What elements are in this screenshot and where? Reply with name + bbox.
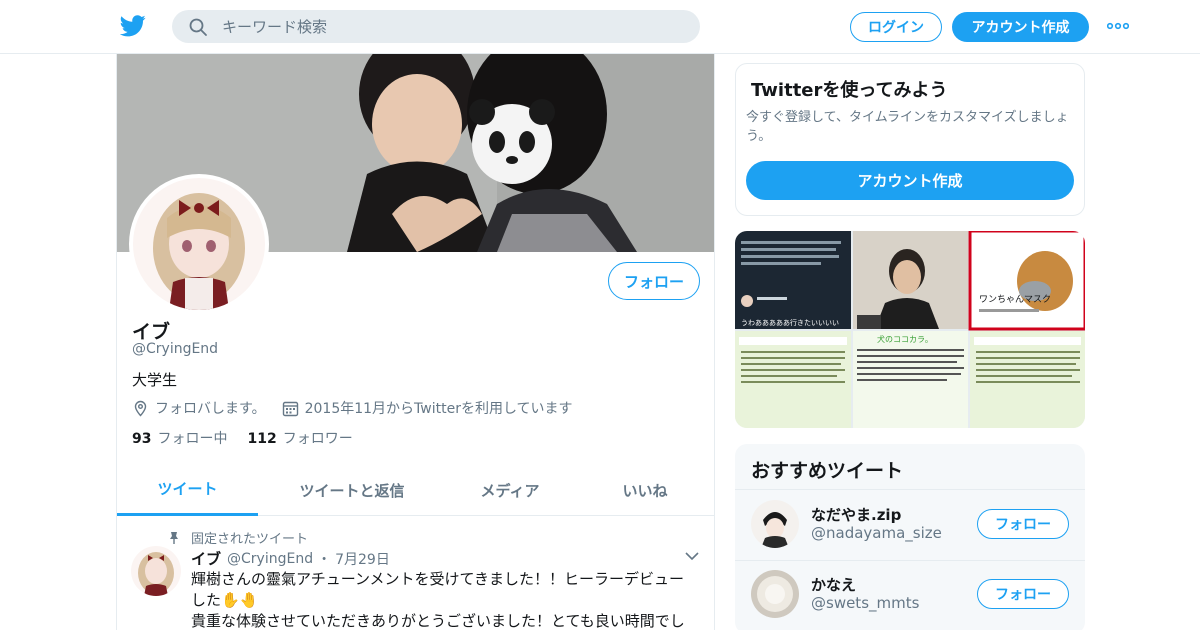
tweet-author-name[interactable]: イブ	[191, 548, 221, 569]
media-thumb-3-caption: ワンちゃんマスク	[979, 294, 1051, 305]
divider	[735, 560, 1085, 561]
recommended-user-handle[interactable]: @swets_mmts	[811, 594, 919, 612]
search-icon	[189, 18, 207, 36]
profile-tabs: ツイート ツイートと返信 メディア いいね	[117, 464, 714, 516]
search-box	[172, 10, 700, 43]
recommended-follow-button[interactable]: フォロー	[977, 509, 1069, 539]
follow-button[interactable]: フォロー	[608, 262, 700, 300]
tab-tweets[interactable]: ツイート	[117, 464, 258, 516]
followers-count: 112	[247, 431, 277, 447]
profile-bio: 大学生	[132, 371, 178, 389]
tab-tweets-and-replies[interactable]: ツイートと返信	[258, 464, 446, 516]
chevron-down-icon[interactable]	[685, 551, 699, 561]
top-navigation-bar: ログイン アカウント作成	[0, 0, 1200, 54]
pinned-label: 固定されたツイート	[191, 532, 309, 547]
tab-media[interactable]: メディア	[446, 464, 574, 516]
media-thumb-4[interactable]	[735, 331, 851, 428]
divider	[735, 489, 1085, 490]
tweet-separator: ・	[317, 551, 332, 568]
signup-prompt-title: Twitterを使ってみよう	[751, 80, 948, 101]
recommended-user-handle[interactable]: @nadayama_size	[811, 524, 942, 542]
search-input[interactable]	[222, 10, 682, 43]
following-count: 93	[132, 431, 152, 447]
followers-label: フォロワー	[282, 431, 353, 447]
media-thumb-1[interactable]: うわあああああ行きたいいいい	[735, 231, 851, 329]
tweet-text-line: した✋🤚	[191, 591, 259, 609]
location-pin-icon	[134, 400, 147, 417]
media-thumb-6[interactable]	[970, 331, 1085, 428]
avatar-image	[133, 178, 265, 310]
twitter-bird-icon[interactable]	[120, 14, 146, 38]
signup-button[interactable]: アカウント作成	[952, 12, 1089, 42]
profile-stats: 93 フォロー中 112 フォロワー	[132, 428, 373, 448]
profile-name: イブ	[132, 321, 171, 343]
calendar-icon	[282, 401, 298, 416]
location-text: フォロバします。	[155, 401, 266, 417]
tab-likes[interactable]: いいね	[574, 464, 714, 516]
following-label: フォロー中	[157, 431, 228, 447]
recommended-tweets-card: おすすめツイート なだやま.zip @nadayama_size フォロー かな…	[735, 444, 1085, 630]
tweet-author-avatar[interactable]	[131, 546, 181, 596]
profile-meta: フォロバします。 2015年11月からTwitterを利用しています	[132, 398, 589, 418]
followers-stat[interactable]: 112 フォロワー	[247, 428, 352, 448]
signup-prompt-description: 今すぐ登録して、タイムラインをカスタマイズしましょう。	[746, 110, 1069, 144]
tweet-text-line: 輝樹さんの靈氣アチューンメントを受けてきました！！ヒーラーデビュー	[191, 570, 685, 588]
media-thumb-5-caption: 犬のココカラ。	[877, 334, 933, 344]
recommended-follow-button[interactable]: フォロー	[977, 579, 1069, 609]
media-thumb-1-caption: うわあああああ行きたいいいい	[741, 318, 839, 327]
recommended-user-avatar[interactable]	[751, 500, 799, 548]
following-stat[interactable]: 93 フォロー中	[132, 428, 227, 448]
login-button[interactable]: ログイン	[850, 12, 942, 42]
create-account-button[interactable]: アカウント作成	[746, 161, 1074, 200]
joined-text: 2015年11月からTwitterを利用しています	[304, 401, 573, 417]
media-thumb-2[interactable]	[853, 231, 968, 329]
tweet-text: 輝樹さんの靈氣アチューンメントを受けてきました！！ヒーラーデビュー した✋🤚 貴…	[191, 569, 697, 630]
pin-icon	[170, 531, 178, 544]
recommended-user-avatar[interactable]	[751, 570, 799, 618]
profile-column: フォロー イブ @CryingEnd 大学生 フォロバします。 2015年11月…	[116, 54, 715, 630]
profile-handle[interactable]: @CryingEnd	[132, 341, 218, 357]
media-gallery[interactable]: うわあああああ行きたいいいい ワンちゃんマスク 犬のココカラ。	[735, 231, 1085, 428]
recommended-user-name[interactable]: かなえ	[811, 574, 856, 595]
recommended-title: おすすめツイート	[751, 460, 904, 482]
tweet-header: イブ @CryingEnd ・ 7月29日	[191, 548, 390, 569]
joined-item: 2015年11月からTwitterを利用しています	[282, 398, 573, 418]
tweet-author-handle[interactable]: @CryingEnd	[227, 551, 313, 567]
media-thumb-3[interactable]: ワンちゃんマスク	[968, 231, 1085, 331]
tweet-text-line: 貴重な体験させていただきありがとうございました！とても良い時間でし	[191, 612, 685, 630]
media-thumb-5[interactable]: 犬のココカラ。	[853, 331, 968, 428]
tweet-date[interactable]: 7月29日	[335, 549, 390, 569]
profile-avatar[interactable]	[129, 174, 269, 314]
recommended-user-name[interactable]: なだやま.zip	[811, 504, 901, 525]
location-item: フォロバします。	[132, 398, 266, 418]
more-options-icon[interactable]	[1107, 22, 1129, 30]
pinned-indicator: 固定されたツイート	[167, 528, 308, 547]
signup-prompt-card: Twitterを使ってみよう 今すぐ登録して、タイムラインをカスタマイズしましょ…	[735, 63, 1085, 216]
